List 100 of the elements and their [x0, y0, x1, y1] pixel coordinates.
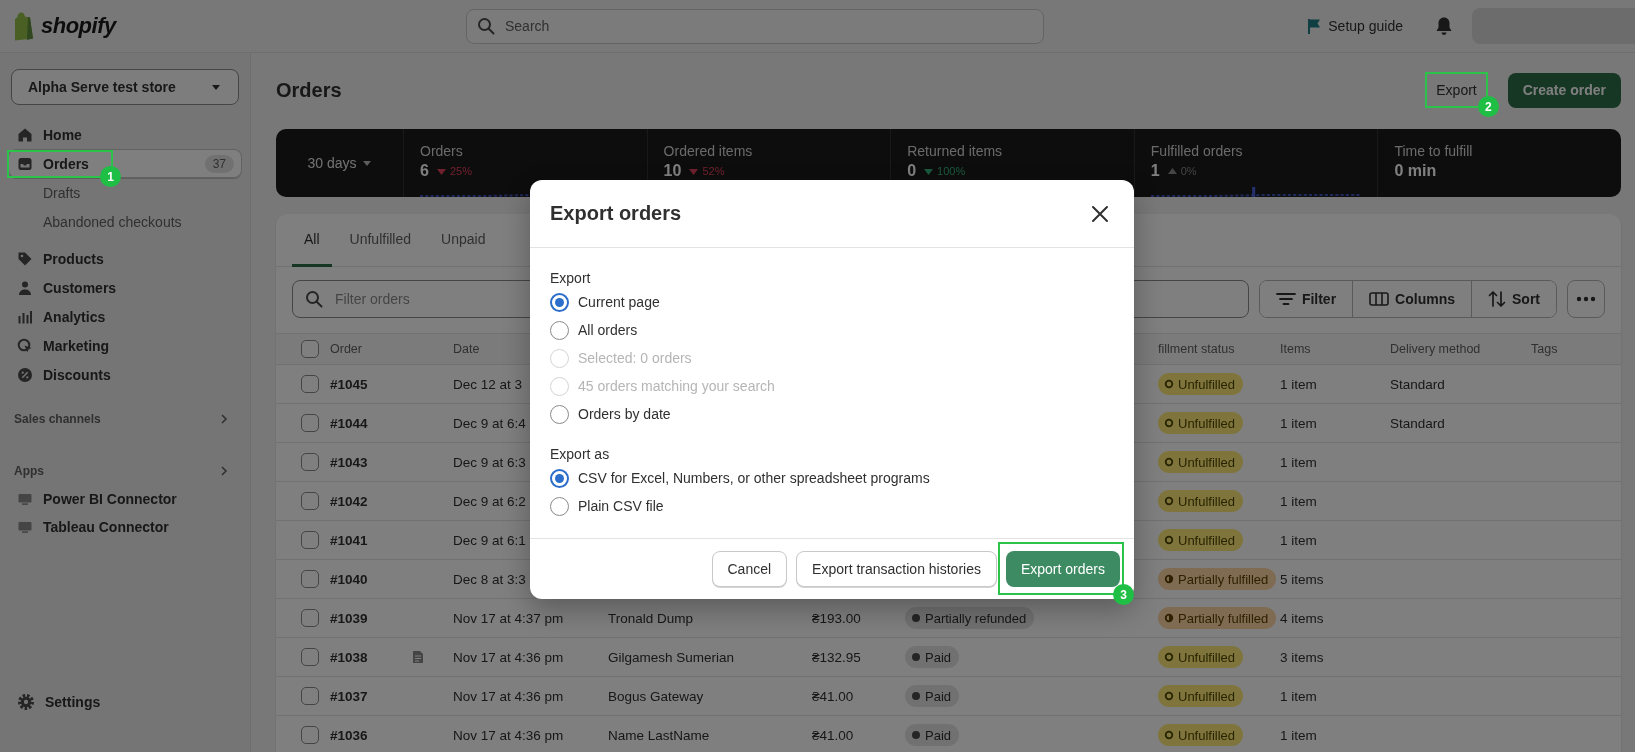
checkbox[interactable] — [301, 531, 319, 549]
checkbox[interactable] — [301, 453, 319, 471]
tab[interactable]: Unfulfilled — [337, 214, 424, 267]
search-icon — [305, 290, 323, 308]
table-cell: Nov 17 at 4:36 pm — [453, 649, 564, 665]
section-header[interactable]: Apps — [8, 459, 242, 483]
create-button[interactable]: Create order — [1507, 72, 1621, 108]
down-triangle-icon — [436, 166, 446, 176]
toolbar-button[interactable]: Filter — [1259, 281, 1354, 317]
nav-item[interactable]: Home — [8, 120, 242, 149]
table-cell: Nov 17 at 4:37 pm — [453, 610, 564, 626]
status-badge: Unfulfilled — [1158, 724, 1244, 746]
metric-label: Orders — [420, 142, 464, 160]
checkbox[interactable] — [301, 687, 319, 705]
table-cell: Dec 9 at 6:4 — [453, 415, 526, 431]
checkbox[interactable] — [301, 726, 319, 744]
table-cell: ₴193.00 — [812, 610, 861, 626]
table-cell: Dec 8 at 3:3 — [453, 571, 526, 587]
table-cell: Nov 17 at 4:36 pm — [453, 688, 564, 704]
table-cell: ₴41.00 — [812, 727, 854, 743]
metric-change: 100% — [937, 164, 966, 179]
checkbox[interactable] — [301, 648, 319, 666]
order-number: #1043 — [330, 454, 368, 470]
export-button[interactable]: Export — [1427, 74, 1486, 106]
status-badge: Paid — [905, 685, 960, 707]
search-field[interactable]: Search — [466, 8, 1044, 44]
radio-button[interactable] — [550, 292, 569, 312]
step-badge: 2 — [1477, 96, 1499, 117]
search-icon — [477, 17, 495, 35]
order-number: #1045 — [330, 376, 368, 392]
table-cell: Tronald Dump — [608, 610, 694, 626]
radio-label: Current page — [578, 294, 660, 310]
tab[interactable]: Unpaid — [429, 214, 498, 267]
down-triangle-icon — [689, 166, 699, 176]
nav-item[interactable]: Customers — [8, 273, 242, 302]
dot-icon — [911, 691, 921, 701]
metric-change: 52% — [702, 164, 725, 179]
checkbox[interactable] — [301, 340, 319, 358]
column-header: Items — [1280, 342, 1311, 356]
dialog-button[interactable]: Cancel — [711, 551, 788, 587]
column-header: Tags — [1531, 342, 1558, 356]
nav-item[interactable]: Tableau Connector — [8, 513, 242, 541]
nav-subitem[interactable]: Abandoned checkouts — [8, 207, 242, 236]
table-cell: 4 items — [1280, 610, 1324, 626]
status-badge: Unfulfilled — [1158, 373, 1244, 395]
table-cell: 1 item — [1280, 532, 1317, 548]
metric-label: Ordered items — [663, 142, 754, 160]
table-cell: Dec 9 at 6:3 — [453, 454, 526, 470]
status-badge: Partially refunded — [905, 607, 1035, 629]
columns-icon — [1369, 292, 1390, 306]
nav-item[interactable]: Products — [8, 244, 242, 273]
page-title: Orders — [276, 78, 342, 102]
checkbox[interactable] — [301, 375, 319, 393]
metric-value: 0 — [907, 161, 917, 181]
metric-value: 0 min — [1394, 161, 1437, 181]
tab[interactable]: All — [292, 214, 332, 267]
nav-item[interactable]: Discounts — [8, 360, 242, 389]
monitor-icon — [17, 491, 33, 507]
table-cell: Standard — [1390, 376, 1445, 392]
table-cell: Gilgamesh Sumerian — [608, 649, 735, 665]
table-cell: 1 item — [1280, 454, 1317, 470]
count-badge: 37 — [204, 154, 234, 173]
person-icon — [17, 279, 33, 296]
table-cell: Dec 9 at 6:1 — [453, 532, 526, 548]
nav-item[interactable]: Power BI Connector — [8, 485, 242, 513]
group-label: Export as — [550, 445, 611, 464]
setup-guide-button[interactable]: Setup guide — [1301, 14, 1409, 38]
group-label: Export — [550, 269, 592, 288]
checkbox[interactable] — [301, 414, 319, 432]
nav-item[interactable]: Settings — [8, 687, 242, 716]
radio-button[interactable] — [550, 468, 569, 488]
table-cell: 1 item — [1280, 493, 1317, 509]
checkbox[interactable] — [301, 492, 319, 510]
order-number: #1037 — [330, 688, 368, 704]
dot-icon — [911, 652, 921, 662]
sort-icon — [1488, 290, 1506, 308]
radio-label: Plain CSV file — [578, 498, 664, 514]
flag-icon — [1307, 18, 1322, 34]
search-input[interactable]: Search — [503, 17, 1033, 35]
table-cell: ₴132.95 — [812, 649, 861, 665]
monitor-icon — [17, 519, 33, 535]
store-selector[interactable]: Alpha Serve test store — [11, 69, 239, 105]
half-circle-icon — [1164, 613, 1174, 623]
column-header: Delivery method — [1390, 342, 1481, 356]
nav-item[interactable]: Analytics — [8, 302, 242, 331]
metric-label: Fulfilled orders — [1150, 142, 1244, 160]
checkbox[interactable] — [301, 609, 319, 627]
dialog-button[interactable]: Export transaction histories — [796, 551, 997, 587]
nav-item[interactable]: Marketing — [8, 331, 242, 360]
order-number: #1039 — [330, 610, 368, 626]
status-badge: Unfulfilled — [1158, 646, 1244, 668]
target-icon — [17, 337, 33, 354]
period-selector[interactable]: 30 days — [276, 129, 403, 197]
section-header[interactable]: Sales channels — [8, 407, 242, 431]
dot-icon — [911, 613, 921, 623]
export-orders-button[interactable]: Export orders — [1005, 551, 1120, 587]
more-button[interactable] — [1567, 280, 1605, 318]
status-badge: Paid — [905, 646, 960, 668]
brand-name: shopify — [41, 13, 116, 39]
checkbox[interactable] — [301, 570, 319, 588]
